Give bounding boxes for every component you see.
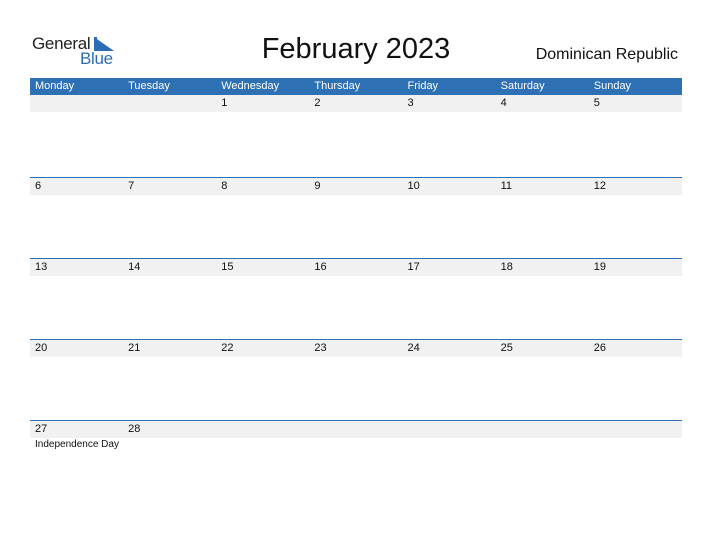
day-cell: 4 <box>500 97 507 109</box>
day-cell: 18 <box>500 261 513 273</box>
day-cell: 5 <box>593 97 600 109</box>
day-cell: 7 <box>128 180 135 192</box>
day-cell: 23 <box>314 342 327 354</box>
day-cell: 19 <box>593 261 606 273</box>
day-cell: 13 <box>35 261 48 273</box>
day-cell <box>216 421 309 438</box>
holiday-label: Independence Day <box>35 439 119 450</box>
day-cell <box>309 421 402 438</box>
week-row-4: 20 21 22 23 24 25 26 <box>30 339 682 357</box>
day-cell: 17 <box>407 261 420 273</box>
day-cell <box>589 421 682 438</box>
day-cell: 9 <box>314 180 321 192</box>
day-cell: 20 <box>35 342 48 354</box>
day-cell: 22 <box>221 342 234 354</box>
day-cell: 27 <box>35 423 48 435</box>
day-cell: 11 <box>500 180 513 192</box>
weekday-header: Monday Tuesday Wednesday Thursday Friday… <box>30 78 682 95</box>
day-cell: 1 <box>221 97 228 109</box>
weekday-friday: Friday <box>407 80 439 92</box>
day-cell: 25 <box>500 342 513 354</box>
week-row-3: 13 14 15 16 17 18 19 <box>30 258 682 276</box>
day-cell: 12 <box>593 180 606 192</box>
weekday-tuesday: Tuesday <box>128 80 170 92</box>
week-row-5: 27 28 Independence Day <box>30 420 682 452</box>
day-cell: 21 <box>128 342 141 354</box>
weekday-thursday: Thursday <box>314 80 361 92</box>
weekday-saturday: Saturday <box>500 80 545 92</box>
weekday-monday: Monday <box>35 80 75 92</box>
day-cell: 16 <box>314 261 327 273</box>
day-cell: 6 <box>35 180 42 192</box>
week-row-2: 6 7 8 9 10 11 12 <box>30 177 682 195</box>
week-row-1: 1 2 3 4 5 <box>30 95 682 112</box>
day-cell: 14 <box>128 261 141 273</box>
country-label: Dominican Republic <box>535 46 678 63</box>
weekday-sunday: Sunday <box>593 80 632 92</box>
day-cell <box>30 95 123 112</box>
day-cell: 26 <box>593 342 606 354</box>
day-cell <box>123 95 216 112</box>
day-cell <box>496 421 589 438</box>
day-cell: 15 <box>221 261 234 273</box>
day-cell: 28 <box>128 423 141 435</box>
day-cell: 10 <box>407 180 420 192</box>
weekday-wednesday: Wednesday <box>221 80 280 92</box>
day-cell: 3 <box>407 97 414 109</box>
day-cell: 2 <box>314 97 321 109</box>
day-cell <box>403 421 496 438</box>
day-cell: 24 <box>407 342 420 354</box>
day-cell: 8 <box>221 180 228 192</box>
